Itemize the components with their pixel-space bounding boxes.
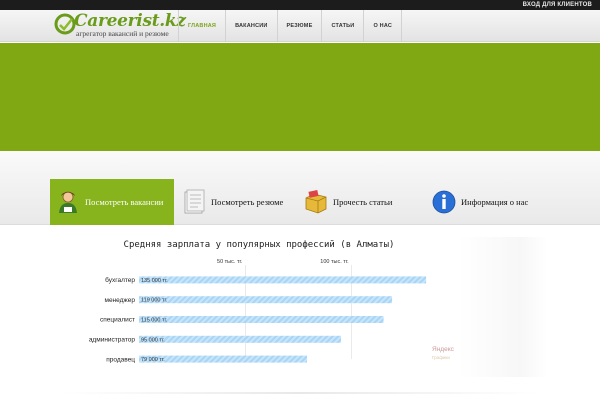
feature-tabs: Посмотреть вакансии Посмотреть резюме Пр… [0,151,600,225]
nav-item-about[interactable]: О НАС [363,10,403,42]
main-nav: ГЛАВНАЯ ВАКАНСИИ РЕЗЮМЕ СТАТЬИ О НАС [178,10,403,42]
tab-about-us[interactable]: Информация о нас [432,179,550,225]
top-bar: ВХОД ДЛЯ КЛИЕНТОВ [0,0,600,10]
document-icon [184,189,205,214]
bar [139,276,427,284]
value-label: 115 000 тг. [141,318,168,324]
category-label: менеджер [104,297,135,304]
tab-label: Посмотреть вакансии [85,197,164,207]
category-label: специалист [100,317,135,324]
value-label: 135 000 тг. [141,278,168,284]
value-label: 79 000 тг. [141,357,165,363]
nav-item-vacancies[interactable]: ВАКАНСИИ [225,10,276,42]
tab-label: Информация о нас [461,197,529,207]
logo-swoosh-icon [54,13,76,35]
tab-view-resumes[interactable]: Посмотреть резюме [182,179,300,225]
nav-item-articles[interactable]: СТАТЬИ [321,10,363,42]
tab-label: Прочесть статьи [333,197,393,207]
info-icon [432,190,456,214]
header: Careerist.kz агрегатор вакансий и резюме… [0,10,600,42]
tab-view-vacancies[interactable]: Посмотреть вакансии [50,179,174,225]
category-label: бухгалтер [105,276,135,284]
chart-side-shade [458,237,548,377]
folder-icon [305,190,327,214]
yandex-watermark-subtext: Графики [432,355,450,360]
logo[interactable]: Careerist.kz агрегатор вакансий и резюме [54,11,186,41]
nav-item-resumes[interactable]: РЕЗЮМЕ [276,10,322,42]
tick-label: 100 тыс. тг. [320,259,349,265]
hero-banner [0,43,600,151]
logo-title: Careerist.kz [74,11,186,31]
value-label: 95 000 тг. [141,337,165,343]
bar [139,316,384,323]
chart-canvas: 50 тыс. тг. 100 тыс. тг. бухгалтер 135 000 … [89,259,427,363]
footer-divider [60,392,540,394]
tab-label: Посмотреть резюме [211,197,284,207]
yandex-watermark: Яндекс Графики [432,338,454,360]
person-icon [59,191,77,213]
yandex-watermark-text: Яндекс [432,346,454,353]
bar [139,335,342,343]
salary-chart: Средняя зарплата у популярных профессий … [60,237,458,365]
bar [139,296,393,304]
client-login-link[interactable]: ВХОД ДЛЯ КЛИЕНТОВ [523,0,592,10]
category-label: администратор [89,337,136,344]
logo-subtitle: агрегатор вакансий и резюме [76,29,169,38]
tick-label: 50 тыс. тг. [217,259,243,265]
value-label: 119 000 тг. [141,298,168,304]
nav-item-home[interactable]: ГЛАВНАЯ [178,10,225,42]
tab-read-articles[interactable]: Прочесть статьи [304,179,426,225]
category-label: продавец [106,356,135,363]
